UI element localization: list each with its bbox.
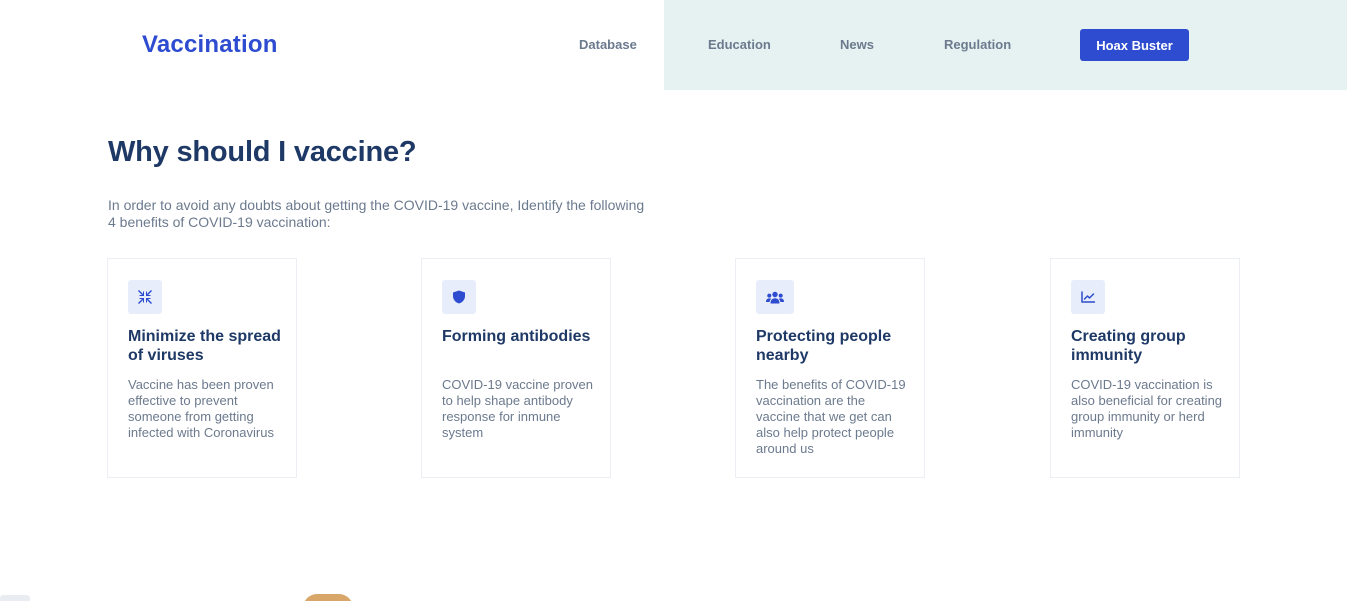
nav-link-database[interactable]: Database [579, 37, 637, 52]
benefit-text: COVID-19 vaccination is also beneficial … [1071, 377, 1223, 440]
benefit-title: Creating group immunity [1071, 328, 1186, 364]
users-icon [756, 280, 794, 314]
hoax-buster-button[interactable]: Hoax Buster [1080, 29, 1189, 61]
next-section-edge [0, 595, 30, 601]
benefit-title: Minimize the spread of viruses [128, 328, 281, 364]
nav-link-regulation[interactable]: Regulation [944, 37, 1011, 52]
benefit-text: Vaccine has been proven effective to pre… [128, 377, 274, 440]
benefit-title: Protecting people nearby [756, 328, 892, 364]
site-logo[interactable]: Vaccination [142, 31, 278, 59]
benefit-card-group-immunity: Creating group immunity COVID-19 vaccina… [1050, 258, 1240, 478]
compress-arrows-icon [128, 280, 162, 314]
nav-link-education[interactable]: Education [708, 37, 771, 52]
benefit-text: COVID-19 vaccine proven to help shape an… [442, 377, 594, 440]
shield-icon [442, 280, 476, 314]
line-chart-icon [1071, 280, 1105, 314]
page-title: Why should I vaccine? [108, 136, 417, 168]
benefit-text: The benefits of COVID-19 vaccination are… [756, 377, 906, 456]
benefit-card-protecting-people: Protecting people nearby The benefits of… [735, 258, 925, 478]
benefit-card-minimize-spread: Minimize the spread of viruses Vaccine h… [107, 258, 297, 478]
benefit-card-forming-antibodies: Forming antibodies COVID-19 vaccine prov… [421, 258, 611, 478]
intro-text: In order to avoid any doubts about getti… [108, 197, 645, 230]
nav-link-news[interactable]: News [840, 37, 874, 52]
benefit-title: Forming antibodies [442, 328, 591, 345]
next-section-image [303, 594, 353, 601]
